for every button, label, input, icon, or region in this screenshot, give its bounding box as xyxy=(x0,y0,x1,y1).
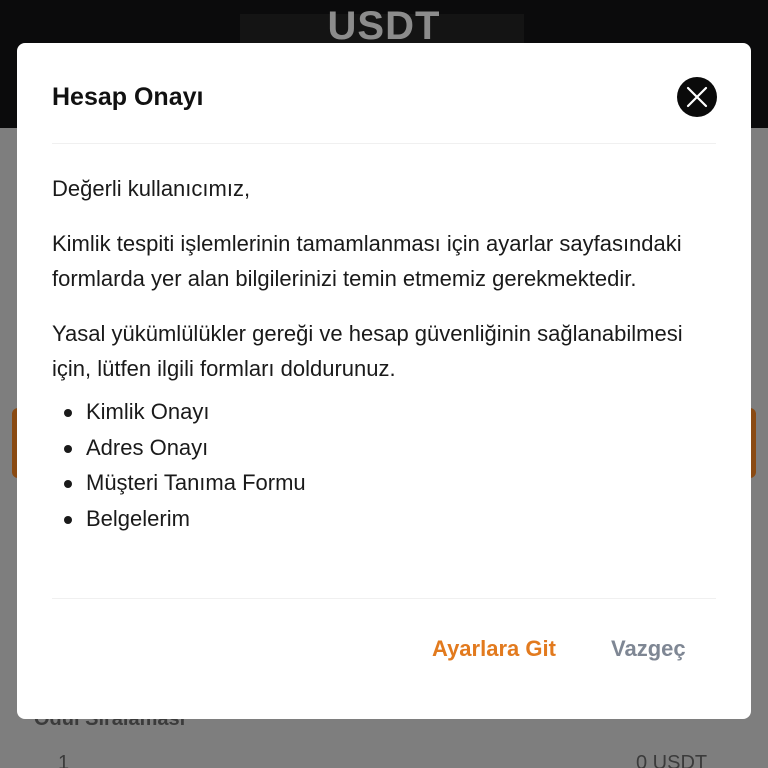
dialog-title: Hesap Onayı xyxy=(52,83,204,111)
footer-divider xyxy=(52,598,716,599)
header-divider xyxy=(52,143,716,144)
cancel-button[interactable]: Vazgeç xyxy=(611,636,686,662)
list-item: Müşteri Tanıma Formu xyxy=(52,465,716,501)
paragraph-identity: Kimlik tespiti işlemlerinin tamamlanması… xyxy=(52,231,682,291)
required-forms-list: Kimlik Onayı Adres Onayı Müşteri Tanıma … xyxy=(52,394,716,536)
ranking-row-rank: 1 xyxy=(58,752,70,768)
close-button[interactable] xyxy=(677,77,717,117)
list-item: Kimlik Onayı xyxy=(52,394,716,430)
dialog-header: Hesap Onayı xyxy=(17,43,751,143)
list-item: Belgelerim xyxy=(52,501,716,537)
close-icon xyxy=(686,86,708,108)
paragraph-legal: Yasal yükümlülükler gereği ve hesap güve… xyxy=(52,321,683,381)
ranking-row-value: 0 USDT xyxy=(636,752,708,768)
list-item: Adres Onayı xyxy=(52,430,716,466)
go-to-settings-button[interactable]: Ayarlara Git xyxy=(432,636,556,662)
dialog-body: Değerli kullanıcımız, Kimlik tespiti işl… xyxy=(52,171,716,536)
account-verification-dialog: Hesap Onayı Değerli kullanıcımız, Kimlik… xyxy=(17,43,751,719)
greeting-text: Değerli kullanıcımız, xyxy=(52,176,251,201)
